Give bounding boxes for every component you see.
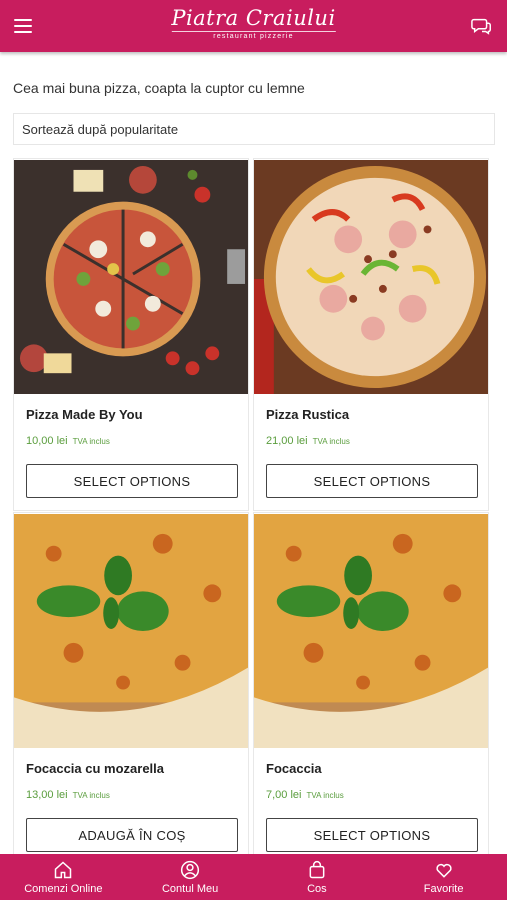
tax-note: TVA inclus: [312, 437, 350, 446]
bottom-navigation: Comenzi Online Contul Meu Cos Favorite: [0, 854, 507, 900]
nav-label: Cos: [307, 882, 327, 895]
tax-note: TVA inclus: [306, 791, 344, 800]
nav-favorite[interactable]: Favorite: [380, 854, 507, 900]
bag-icon: [309, 860, 325, 878]
product-price: 10,00 lei TVA inclus: [26, 435, 248, 449]
nav-contul-meu[interactable]: Contul Meu: [127, 854, 254, 900]
nav-comenzi-online[interactable]: Comenzi Online: [0, 854, 127, 900]
price-value: 10,00 lei: [26, 435, 68, 447]
top-app-bar: Piatra Craiului restaurant pizzerie: [0, 0, 507, 52]
nav-cos[interactable]: Cos: [254, 854, 381, 900]
product-title[interactable]: Pizza Rustica: [266, 407, 488, 423]
focaccia-image[interactable]: [254, 513, 488, 749]
sort-select[interactable]: Sortează după popularitate: [13, 113, 495, 145]
select-options-button[interactable]: SELECT OPTIONS: [266, 464, 478, 498]
pizza-rustica-image[interactable]: [254, 159, 488, 395]
product-card[interactable]: Focaccia cu mozarella 13,00 lei TVA incl…: [13, 512, 249, 865]
select-options-button[interactable]: SELECT OPTIONS: [266, 818, 478, 852]
tax-note: TVA inclus: [72, 791, 110, 800]
pizza-made-by-you-image[interactable]: [14, 159, 248, 395]
product-title[interactable]: Focaccia: [266, 761, 488, 777]
account-icon: [181, 860, 200, 879]
chat-icon[interactable]: [471, 15, 493, 37]
intro-text: Cea mai buna pizza, coapta la cuptor cu …: [13, 80, 305, 96]
logo-tagline: restaurant pizzerie: [171, 31, 336, 40]
tax-note: TVA inclus: [72, 437, 110, 446]
product-title[interactable]: Pizza Made By You: [26, 407, 248, 423]
product-price: 7,00 lei TVA inclus: [266, 789, 488, 803]
select-options-button[interactable]: SELECT OPTIONS: [26, 464, 238, 498]
product-card[interactable]: Focaccia 7,00 lei TVA inclus SELECT OPTI…: [253, 512, 489, 865]
nav-label: Contul Meu: [161, 882, 219, 895]
logo[interactable]: Piatra Craiului restaurant pizzerie: [171, 6, 336, 40]
product-price: 13,00 lei TVA inclus: [26, 789, 248, 803]
nav-label: Favorite: [423, 882, 464, 895]
product-card[interactable]: Pizza Made By You 10,00 lei TVA inclus S…: [13, 158, 249, 511]
logo-text: Piatra Craiului: [171, 6, 336, 30]
product-title[interactable]: Focaccia cu mozarella: [26, 761, 248, 777]
product-card[interactable]: Pizza Rustica 21,00 lei TVA inclus SELEC…: [253, 158, 489, 511]
menu-icon[interactable]: [14, 19, 32, 33]
product-price: 21,00 lei TVA inclus: [266, 435, 488, 449]
price-value: 7,00 lei: [266, 789, 302, 801]
add-to-cart-button[interactable]: ADAUGĂ ÎN COȘ: [26, 818, 238, 852]
heart-icon: [436, 863, 452, 878]
focaccia-mozarella-image[interactable]: [14, 513, 248, 749]
price-value: 21,00 lei: [266, 435, 308, 447]
home-icon: [55, 860, 72, 878]
price-value: 13,00 lei: [26, 789, 68, 801]
nav-label: Comenzi Online: [24, 882, 103, 895]
